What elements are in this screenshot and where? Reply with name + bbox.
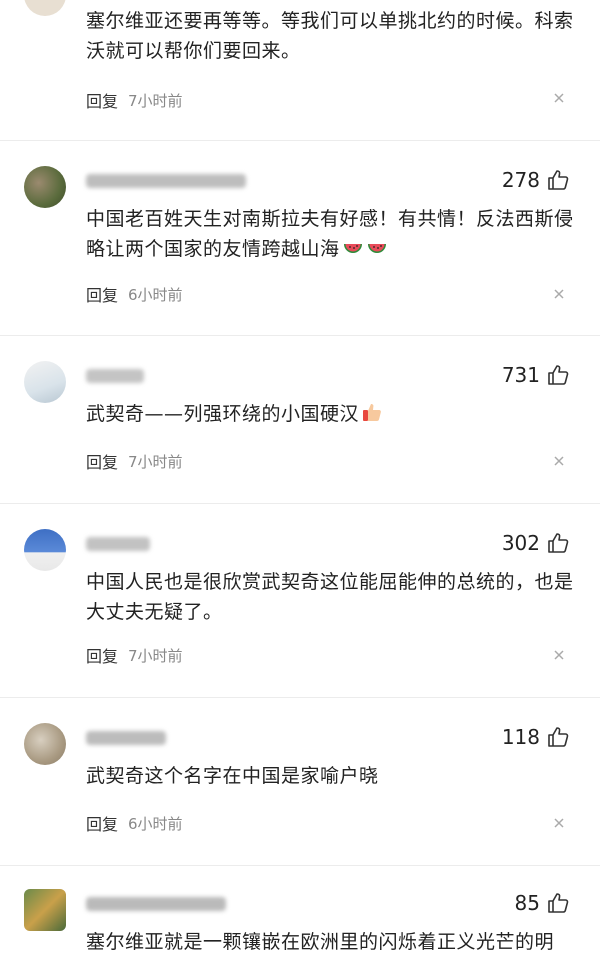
divider (0, 335, 600, 336)
like-count: 278 (501, 168, 540, 192)
comment-meta: 回复 7小时前 (86, 449, 183, 473)
thumbs-up-icon[interactable] (546, 363, 570, 387)
like-counter[interactable]: 731 (502, 363, 570, 387)
avatar[interactable] (24, 529, 66, 571)
username[interactable] (86, 365, 156, 387)
like-counter[interactable]: 302 (502, 531, 570, 555)
like-count: 118 (501, 725, 540, 749)
comment-item: 278 中国老百姓天生对南斯拉夫有好感！有共情！反法西斯侵略让两个国家的友情跨越… (0, 160, 600, 340)
close-icon[interactable] (552, 648, 566, 662)
comment-text: 塞尔维亚就是一颗镶嵌在欧洲里的闪烁着正义光芒的明 (86, 931, 555, 953)
comment-text: 塞尔维亚还要再等等。等我们可以单挑北约的时候。科索沃就可以帮你们要回来。 (86, 10, 574, 62)
comment-text: 武契奇——列强环绕的小国硬汉 (86, 399, 586, 429)
comment-text: 武契奇这个名字在中国是家喻户晓 (86, 765, 379, 787)
comment-item: 118 武契奇这个名字在中国是家喻户晓 回复 6小时前 (0, 717, 600, 867)
avatar[interactable] (24, 0, 66, 16)
like-count: 302 (501, 531, 540, 555)
timestamp: 6小时前 (128, 814, 183, 833)
like-count: 85 (514, 891, 540, 915)
divider (0, 503, 600, 504)
watermelon-emoji (367, 244, 386, 253)
divider (0, 140, 600, 141)
close-icon[interactable] (552, 454, 566, 468)
comment-list: 塞尔维亚还要再等等。等我们可以单挑北约的时候。科索沃就可以帮你们要回来。 回复 … (0, 0, 600, 963)
comment-meta: 回复 7小时前 (86, 88, 183, 112)
comment-item: 731 武契奇——列强环绕的小国硬汉 回复 7小时前 (0, 355, 600, 505)
username[interactable] (86, 727, 186, 749)
thumbs-up-icon[interactable] (546, 891, 570, 915)
like-counter[interactable]: 278 (502, 168, 570, 192)
avatar[interactable] (24, 889, 66, 931)
timestamp: 7小时前 (128, 646, 183, 665)
reply-button[interactable]: 回复 (86, 88, 118, 112)
username[interactable] (86, 893, 236, 915)
timestamp: 7小时前 (128, 91, 183, 110)
thumbs-up-icon[interactable] (546, 725, 570, 749)
reply-button[interactable]: 回复 (86, 282, 118, 306)
thumbs-up-emoji (363, 404, 381, 421)
watermelon-emoji (343, 244, 362, 253)
reply-button[interactable]: 回复 (86, 643, 118, 667)
comment-item: 85 塞尔维亚就是一颗镶嵌在欧洲里的闪烁着正义光芒的明 (0, 885, 600, 963)
close-icon[interactable] (552, 816, 566, 830)
close-icon[interactable] (552, 287, 566, 301)
reply-button[interactable]: 回复 (86, 811, 118, 835)
username[interactable] (86, 170, 256, 192)
comment-item: 塞尔维亚还要再等等。等我们可以单挑北约的时候。科索沃就可以帮你们要回来。 回复 … (0, 0, 600, 130)
avatar[interactable] (24, 361, 66, 403)
avatar[interactable] (24, 166, 66, 208)
username[interactable] (86, 533, 166, 555)
like-counter[interactable]: 85 (515, 891, 570, 915)
timestamp: 6小时前 (128, 285, 183, 304)
timestamp: 7小时前 (128, 452, 183, 471)
divider (0, 697, 600, 698)
avatar[interactable] (24, 723, 66, 765)
comment-text: 中国老百姓天生对南斯拉夫有好感！有共情！反法西斯侵略让两个国家的友情跨越山海 (86, 208, 574, 260)
reply-button[interactable]: 回复 (86, 449, 118, 473)
comment-meta: 回复 6小时前 (86, 282, 183, 306)
divider (0, 865, 600, 866)
like-counter[interactable]: 118 (502, 725, 570, 749)
comment-meta: 回复 6小时前 (86, 811, 183, 835)
comment-text: 中国人民也是很欣赏武契奇这位能屈能伸的总统的，也是大丈夫无疑了。 (86, 571, 574, 623)
like-count: 731 (501, 363, 540, 387)
thumbs-up-icon[interactable] (546, 531, 570, 555)
close-icon[interactable] (552, 91, 566, 105)
thumbs-up-icon[interactable] (546, 168, 570, 192)
comment-meta: 回复 7小时前 (86, 643, 183, 667)
comment-item: 302 中国人民也是很欣赏武契奇这位能屈能伸的总统的，也是大丈夫无疑了。 回复 … (0, 523, 600, 698)
